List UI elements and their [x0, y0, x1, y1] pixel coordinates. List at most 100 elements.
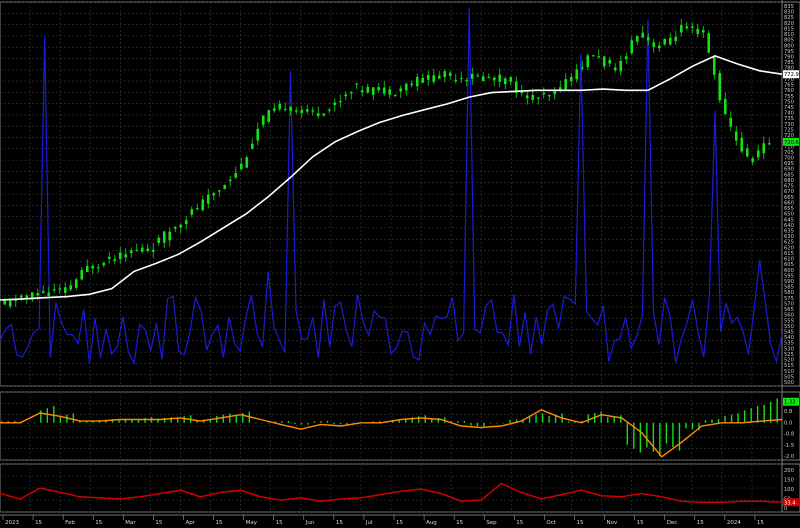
candle-body [366, 86, 370, 93]
oscillator-last-label-text: 33.4 [784, 500, 796, 506]
x-tick-label: 15 [576, 520, 583, 526]
candle-body [718, 73, 722, 101]
candle-body [58, 288, 62, 290]
candle-body [316, 113, 320, 116]
candle-body [740, 137, 744, 152]
candle-body [283, 108, 287, 111]
x-tick-label: Sep [486, 520, 497, 526]
x-tick-label: Dec [667, 520, 678, 526]
macd-histogram-bar [489, 422, 492, 424]
candle-body [173, 227, 177, 229]
candle-body [107, 256, 111, 259]
macd-histogram-bar [255, 422, 257, 424]
macd-histogram-bar [33, 422, 35, 424]
candle-body [234, 173, 238, 178]
candle-body [437, 75, 441, 79]
x-tick-label: 15 [516, 520, 523, 526]
macd-histogram-bar [620, 415, 622, 423]
candle-body [294, 110, 298, 112]
candle-body [448, 72, 452, 76]
candle-body [459, 77, 463, 80]
macd-histogram-bar [730, 414, 733, 423]
macd-y-tick: -2.0 [784, 454, 794, 460]
candle-body [146, 248, 150, 251]
candle-body [542, 92, 546, 95]
candle-body [734, 131, 738, 141]
macd-histogram-bar [704, 420, 707, 423]
macd-histogram-bar [144, 417, 146, 423]
candle-body [129, 250, 133, 254]
candle-body [371, 87, 375, 95]
candle-body [377, 87, 381, 91]
candle-body [476, 75, 480, 77]
candle-body [19, 295, 23, 298]
macd-histogram-bar [724, 415, 726, 423]
candle-body [498, 74, 502, 82]
macd-histogram-bar [281, 421, 283, 423]
x-tick-label: Oct [546, 520, 556, 526]
x-tick-label: Aug [426, 520, 437, 526]
macd-histogram-bar [769, 401, 772, 423]
macd-histogram-bar [424, 415, 426, 423]
x-tick-label: 15 [336, 520, 343, 526]
candle-body [415, 76, 419, 87]
candle-body [179, 224, 183, 228]
x-tick-label: 15 [95, 520, 102, 526]
macd-y-tick: 0.8 [784, 409, 792, 415]
macd-histogram-bar [476, 422, 479, 426]
candle-body [591, 55, 595, 57]
candle-body [509, 77, 513, 82]
candle-body [690, 26, 694, 28]
x-tick-label: Feb [65, 520, 75, 526]
candle-body [355, 83, 359, 85]
candle-body [289, 106, 293, 112]
macd-histogram-bar [750, 408, 752, 423]
macd-histogram-bar [646, 422, 648, 448]
macd-histogram-bar [743, 410, 746, 423]
x-tick-label: 15 [637, 520, 644, 526]
candle-body [712, 56, 716, 75]
macd-y-tick: 0.0 [784, 420, 792, 426]
macd-histogram-bar [587, 414, 589, 423]
candle-body [344, 94, 348, 97]
candle-body [135, 249, 139, 252]
macd-last-label-text: 1.33 [784, 400, 796, 406]
macd-histogram-bar [118, 420, 120, 423]
candle-body [646, 37, 650, 41]
x-tick-label: May [246, 520, 258, 526]
x-tick-label: 15 [697, 520, 704, 526]
x-tick-label: 15 [456, 520, 463, 526]
macd-histogram-bar [763, 404, 765, 423]
macd-histogram-bar [678, 422, 681, 451]
candle-body [399, 88, 403, 92]
ma-last-label: 772.9 [783, 70, 799, 79]
candle-body [333, 102, 337, 106]
candle-body [96, 267, 100, 269]
candle-body [432, 75, 436, 82]
macd-y-tick: -1.5 [784, 443, 794, 449]
candle-body [503, 78, 507, 85]
candle-body [206, 194, 210, 204]
macd-histogram-bar [685, 422, 687, 429]
candle-body [168, 231, 172, 241]
x-tick-label: 15 [216, 520, 223, 526]
macd-histogram-bar [711, 419, 713, 423]
macd-histogram-bar [672, 422, 674, 448]
oscillator-last-label: 33.4 [783, 498, 799, 507]
x-tick-label: Nov [607, 520, 618, 526]
candle-body [245, 157, 249, 168]
candle-body [190, 209, 194, 215]
macd-histogram-bar [463, 420, 466, 423]
candle-body [223, 185, 227, 189]
candle-body [140, 247, 144, 252]
candle-body [80, 270, 84, 280]
candle-body [85, 265, 89, 272]
candle-body [624, 56, 628, 60]
oscillator-y-tick: 100 [784, 487, 794, 493]
candle-body [278, 104, 282, 110]
candle-body [388, 89, 392, 95]
oscillator-y-tick: 0 [784, 506, 787, 512]
macd-histogram-bar [600, 411, 602, 423]
macd-histogram-bar [222, 414, 224, 423]
oscillator-y-tick: 200 [784, 468, 794, 474]
